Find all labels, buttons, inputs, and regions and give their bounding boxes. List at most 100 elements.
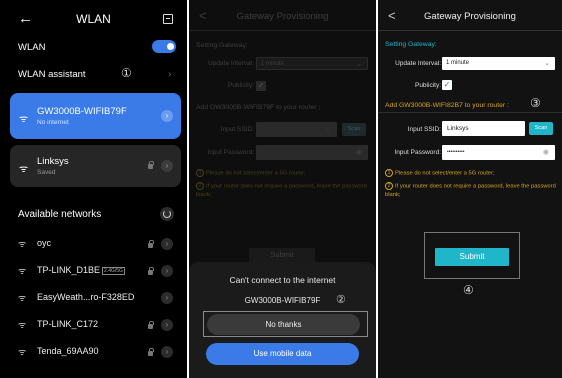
ssid-input[interactable]: Linksys (442, 121, 525, 136)
update-interval-label: Update Interval: (395, 60, 441, 67)
gateway-provisioning-dialog-screen: < Gateway Provisioning Setting Gateway: … (189, 0, 376, 378)
connected-network-card[interactable]: ᯤ GW3000B-WIFIB79F No internet › (10, 93, 181, 139)
step-marker-1: ① (121, 66, 132, 80)
scan-button[interactable]: Scan (342, 123, 366, 136)
eye-icon[interactable]: ◉ (356, 145, 362, 160)
wifi-icon: ᯤ (19, 114, 29, 125)
gateway-header: < Gateway Provisioning (378, 8, 562, 28)
network-detail-icon[interactable]: › (161, 265, 173, 277)
publicity-label: Publicity: (414, 82, 441, 89)
saved-network-name: Linksys (37, 156, 69, 167)
step-marker-3: ③ (530, 96, 541, 110)
wifi-icon: ᯤ (18, 266, 27, 276)
network-row[interactable]: ᯤ oyc › (0, 237, 187, 251)
use-mobile-data-button[interactable]: Use mobile data (206, 343, 359, 365)
input-ssid-label: Input SSID: (220, 126, 254, 133)
note-5g: 1 Please do not select/enter a 5G router; (385, 169, 495, 178)
scan-button[interactable]: Scan (529, 122, 553, 135)
gateway-header: < Gateway Provisioning (189, 8, 376, 28)
wifi-icon: ᯤ (18, 293, 27, 303)
page-title: WLAN (76, 12, 111, 26)
note-password: 2 If your router does not require a passw… (385, 182, 556, 199)
update-interval-select[interactable]: 1 minute ⌄ (256, 57, 368, 70)
publicity-checkbox[interactable]: ✓ (256, 81, 266, 91)
network-detail-icon[interactable]: › (161, 292, 173, 304)
network-detail-icon[interactable]: › (161, 160, 173, 172)
connection-dialog: Can't connect to the internet GW3000B-WI… (189, 262, 376, 378)
network-detail-icon[interactable]: › (161, 346, 173, 358)
update-interval-select[interactable]: 1 minute ⌄ (442, 57, 555, 70)
scan-icon[interactable] (163, 14, 173, 24)
lock-icon (148, 161, 154, 169)
no-thanks-button[interactable]: No thanks (207, 314, 360, 335)
network-name: Tenda_69AA90 (37, 346, 99, 356)
connected-network-name: GW3000B-WIFIB79F (37, 106, 127, 117)
publicity-label: Publicity: (227, 82, 254, 89)
wifi-icon: ᯤ (18, 239, 27, 249)
add-to-router-title: Add GW3000B-WIFIB79F to your router : (196, 104, 321, 111)
chevron-down-icon: ⌄ (356, 61, 362, 68)
network-name: EasyWeath...ro-F328ED (37, 292, 135, 302)
note-5g: 1 Please do not select/enter a 5G router; (196, 169, 306, 178)
dialog-network-name: GW3000B-WIFIB79F (244, 296, 321, 305)
input-password-label: Input Password: (394, 149, 441, 156)
publicity-checkbox[interactable]: ✓ (442, 80, 452, 90)
saved-network-status: Saved (37, 169, 56, 176)
input-password-label: Input Password: (207, 149, 254, 156)
network-name-text: TP-LINK_D1BE (37, 265, 101, 275)
lock-icon (148, 348, 154, 356)
dialog-title: Can't connect to the internet (229, 275, 336, 285)
lock-icon (148, 321, 154, 329)
chevron-down-icon: ⌄ (544, 60, 550, 67)
wifi-icon: ᯤ (18, 320, 27, 330)
chevron-right-icon: › (168, 69, 172, 80)
update-interval-label: Update Interval: (208, 60, 254, 67)
step-marker-4: ④ (463, 283, 474, 297)
network-row[interactable]: ᯤ TP-LINK_D1BE 2.4G/5G › (0, 264, 187, 278)
gateway-provisioning-screen: < Gateway Provisioning Setting Gateway: … (378, 0, 562, 378)
connected-network-status: No internet (37, 119, 69, 126)
eye-icon[interactable]: ◉ (543, 145, 549, 160)
network-name: TP-LINK_D1BE 2.4G/5G (37, 265, 125, 275)
password-value: •••••••••• (447, 149, 465, 155)
network-name: oyc (37, 238, 52, 248)
lock-icon (148, 240, 154, 248)
network-row[interactable]: ᯤ TP-LINK_C172 › (0, 318, 187, 332)
network-detail-icon[interactable]: › (161, 110, 173, 122)
add-to-router-title: Add GW3000B-WIFI82B7 to your router : (385, 102, 509, 109)
network-row[interactable]: ᯤ EasyWeath...ro-F328ED › (0, 291, 187, 305)
band-tag: 2.4G/5G (102, 266, 125, 275)
password-input[interactable]: ◉ (256, 145, 368, 160)
update-interval-value: 1 minute (446, 60, 470, 66)
network-name: TP-LINK_C172 (37, 319, 99, 329)
saved-network-card[interactable]: ᯤ Linksys Saved › (10, 145, 181, 187)
wlan-toggle[interactable] (152, 40, 176, 53)
step-marker-2: ② (336, 294, 346, 306)
password-input[interactable]: •••••••••• ◉ (442, 145, 555, 160)
wifi-icon: ᯤ (19, 164, 29, 175)
setting-gateway-title: Setting Gateway: (196, 42, 248, 49)
header-divider (378, 30, 562, 31)
network-detail-icon[interactable]: › (161, 238, 173, 250)
wlan-assistant-label[interactable]: WLAN assistant (18, 69, 86, 80)
header-divider (189, 30, 376, 31)
chevron-down-icon: ⌄ (325, 126, 331, 133)
wlan-header: ← WLAN (0, 10, 187, 28)
wlan-settings-screen: ← WLAN WLAN WLAN assistant ① › ᯤ GW3000B… (0, 0, 187, 378)
submit-button[interactable]: Submit (249, 248, 315, 262)
available-networks-title: Available networks (18, 209, 102, 220)
input-ssid-label: Input SSID: (407, 126, 441, 133)
refresh-icon[interactable] (160, 207, 174, 221)
ssid-input[interactable]: ⌄ (256, 122, 337, 137)
network-row[interactable]: ᯤ Tenda_69AA90 › (0, 345, 187, 359)
section-divider (378, 112, 562, 113)
wifi-icon: ᯤ (18, 347, 27, 357)
update-interval-value: 1 minute (261, 61, 285, 67)
page-title: Gateway Provisioning (236, 11, 329, 22)
setting-gateway-title: Setting Gateway: (385, 41, 437, 48)
note-password: 2 If your router does not require a passw… (196, 182, 367, 199)
network-detail-icon[interactable]: › (161, 319, 173, 331)
page-title: Gateway Provisioning (424, 11, 516, 22)
submit-button[interactable]: Submit (435, 248, 509, 266)
lock-icon (148, 267, 154, 275)
